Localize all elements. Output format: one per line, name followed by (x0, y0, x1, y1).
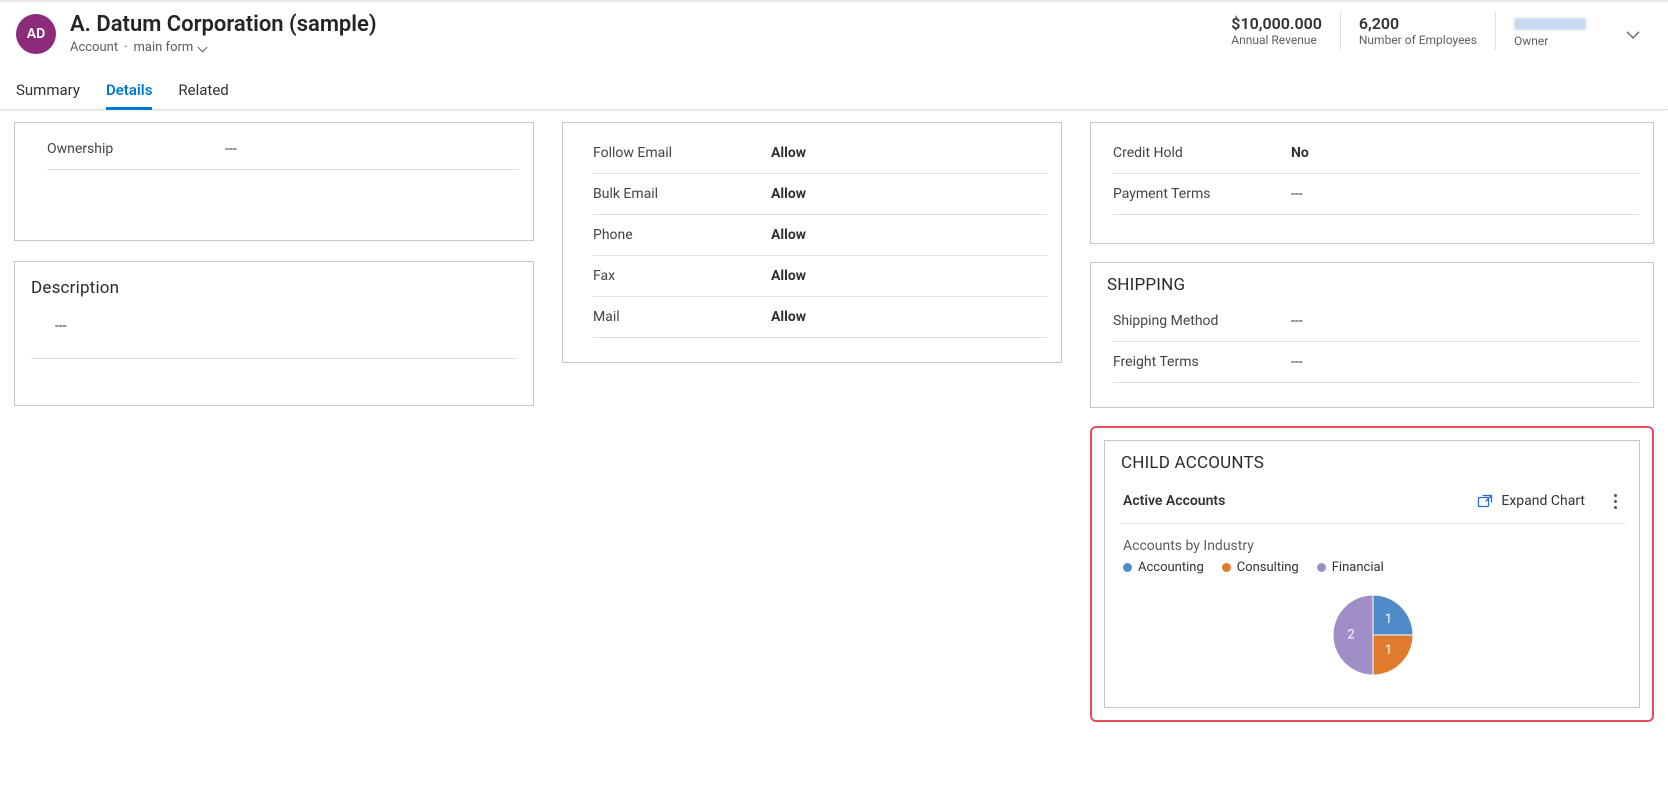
shipping-card: SHIPPING Shipping Method --- Freight Ter… (1090, 262, 1654, 408)
legend-item-accounting[interactable]: Accounting (1123, 560, 1204, 575)
expand-icon (1477, 494, 1493, 508)
avatar: AD (16, 14, 56, 54)
legend-dot (1222, 563, 1231, 572)
pie-slice[interactable] (1373, 635, 1413, 675)
description-card: Description --- (14, 261, 534, 406)
field-value: Allow (771, 309, 806, 325)
pie-slice[interactable] (1373, 595, 1413, 635)
column-middle: Follow Email Allow Bulk Email Allow Phon… (562, 122, 1062, 363)
field-value: Allow (771, 268, 806, 284)
record-header: AD A. Datum Corporation (sample) Account… (0, 2, 1668, 55)
chevron-down-icon (199, 43, 209, 53)
field-value: No (1291, 145, 1309, 161)
field-label: Bulk Email (593, 186, 763, 202)
field-label: Mail (593, 309, 763, 325)
field-value: Allow (771, 145, 806, 161)
pie-svg: 1 1 2 (1327, 589, 1419, 681)
record-subtitle: Account · main form (70, 40, 1199, 55)
legend-dot (1317, 563, 1326, 572)
field-payment-terms[interactable]: Payment Terms --- (1113, 174, 1639, 215)
tab-related[interactable]: Related (178, 73, 228, 109)
entity-label: Account (70, 40, 118, 55)
child-accounts-highlight: CHILD ACCOUNTS Active Accounts Expand Ch… (1090, 426, 1654, 722)
field-mail[interactable]: Mail Allow (593, 297, 1047, 338)
child-accounts-subheader: Active Accounts Expand Chart (1121, 479, 1625, 524)
pie-slice-label: 2 (1347, 628, 1354, 643)
section-title: CHILD ACCOUNTS (1121, 453, 1625, 473)
pie-chart: 1 1 2 (1121, 585, 1625, 693)
legend-label: Consulting (1237, 560, 1299, 575)
field-label: Fax (593, 268, 763, 284)
field-shipping-method[interactable]: Shipping Method --- (1113, 301, 1639, 342)
field-value: Allow (771, 227, 806, 243)
owner-redacted (1514, 18, 1586, 30)
field-label: Ownership (47, 141, 217, 157)
header-expand-toggle[interactable] (1626, 26, 1652, 42)
legend-item-consulting[interactable]: Consulting (1222, 560, 1299, 575)
field-label: Phone (593, 227, 763, 243)
metric-number-of-employees[interactable]: 6,200 Number of Employees (1340, 12, 1495, 50)
field-label: Credit Hold (1113, 145, 1283, 161)
form-tabs: Summary Details Related (0, 73, 1668, 110)
expand-chart-button[interactable]: Expand Chart (1477, 493, 1585, 509)
field-label: Payment Terms (1113, 186, 1283, 202)
metric-value: 6,200 (1359, 14, 1477, 33)
field-phone[interactable]: Phone Allow (593, 215, 1047, 256)
column-left: Ownership --- Description --- (14, 122, 534, 406)
field-follow-email[interactable]: Follow Email Allow (593, 133, 1047, 174)
expand-chart-label: Expand Chart (1501, 493, 1585, 509)
record-name: A. Datum Corporation (sample) (70, 12, 1199, 38)
pie-slice-label: 1 (1385, 612, 1392, 627)
field-value: --- (1291, 313, 1303, 329)
billing-card: Credit Hold No Payment Terms --- (1090, 122, 1654, 244)
kebab-icon (1614, 500, 1617, 503)
field-bulk-email[interactable]: Bulk Email Allow (593, 174, 1047, 215)
field-value: --- (225, 141, 237, 157)
metric-label: Annual Revenue (1231, 33, 1322, 47)
field-ownership[interactable]: Ownership --- (47, 129, 519, 170)
description-value[interactable]: --- (31, 304, 517, 359)
metric-label: Number of Employees (1359, 33, 1477, 47)
view-name[interactable]: Active Accounts (1123, 493, 1467, 509)
chart-title: Accounts by Industry (1123, 538, 1623, 554)
field-fax[interactable]: Fax Allow (593, 256, 1047, 297)
section-title: SHIPPING (1107, 275, 1639, 295)
field-label: Freight Terms (1113, 354, 1283, 370)
more-menu[interactable] (1607, 489, 1623, 513)
field-value: Allow (771, 186, 806, 202)
legend-label: Financial (1332, 560, 1384, 575)
legend-dot (1123, 563, 1132, 572)
title-block: A. Datum Corporation (sample) Account · … (70, 12, 1199, 55)
legend-label: Accounting (1138, 560, 1204, 575)
form-content: Ownership --- Description --- Follow Ema… (0, 110, 1668, 752)
field-label: Shipping Method (1113, 313, 1283, 329)
field-value: --- (1291, 354, 1303, 370)
company-profile-card: Ownership --- (14, 122, 534, 241)
header-metrics: $10,000.000 Annual Revenue 6,200 Number … (1213, 12, 1612, 50)
legend-item-financial[interactable]: Financial (1317, 560, 1384, 575)
chart-legend: Accounting Consulting Financial (1123, 560, 1623, 575)
field-value: --- (1291, 186, 1303, 202)
tab-summary[interactable]: Summary (16, 73, 80, 109)
section-title: Description (31, 278, 517, 298)
metric-owner[interactable]: Owner (1495, 12, 1604, 50)
column-right: Credit Hold No Payment Terms --- SHIPPIN… (1090, 122, 1654, 722)
form-selector[interactable]: main form (134, 40, 210, 55)
metric-label: Owner (1514, 34, 1586, 48)
field-freight-terms[interactable]: Freight Terms --- (1113, 342, 1639, 383)
metric-annual-revenue[interactable]: $10,000.000 Annual Revenue (1213, 12, 1340, 50)
separator-dot: · (124, 40, 127, 55)
child-accounts-card: CHILD ACCOUNTS Active Accounts Expand Ch… (1104, 440, 1640, 708)
field-label: Follow Email (593, 145, 763, 161)
form-name: main form (134, 40, 194, 55)
contact-preferences-card: Follow Email Allow Bulk Email Allow Phon… (562, 122, 1062, 363)
tab-details[interactable]: Details (106, 73, 152, 109)
pie-slice-label: 1 (1385, 643, 1392, 658)
chevron-down-icon (1629, 26, 1642, 39)
metric-value: $10,000.000 (1231, 14, 1322, 33)
field-credit-hold[interactable]: Credit Hold No (1113, 133, 1639, 174)
